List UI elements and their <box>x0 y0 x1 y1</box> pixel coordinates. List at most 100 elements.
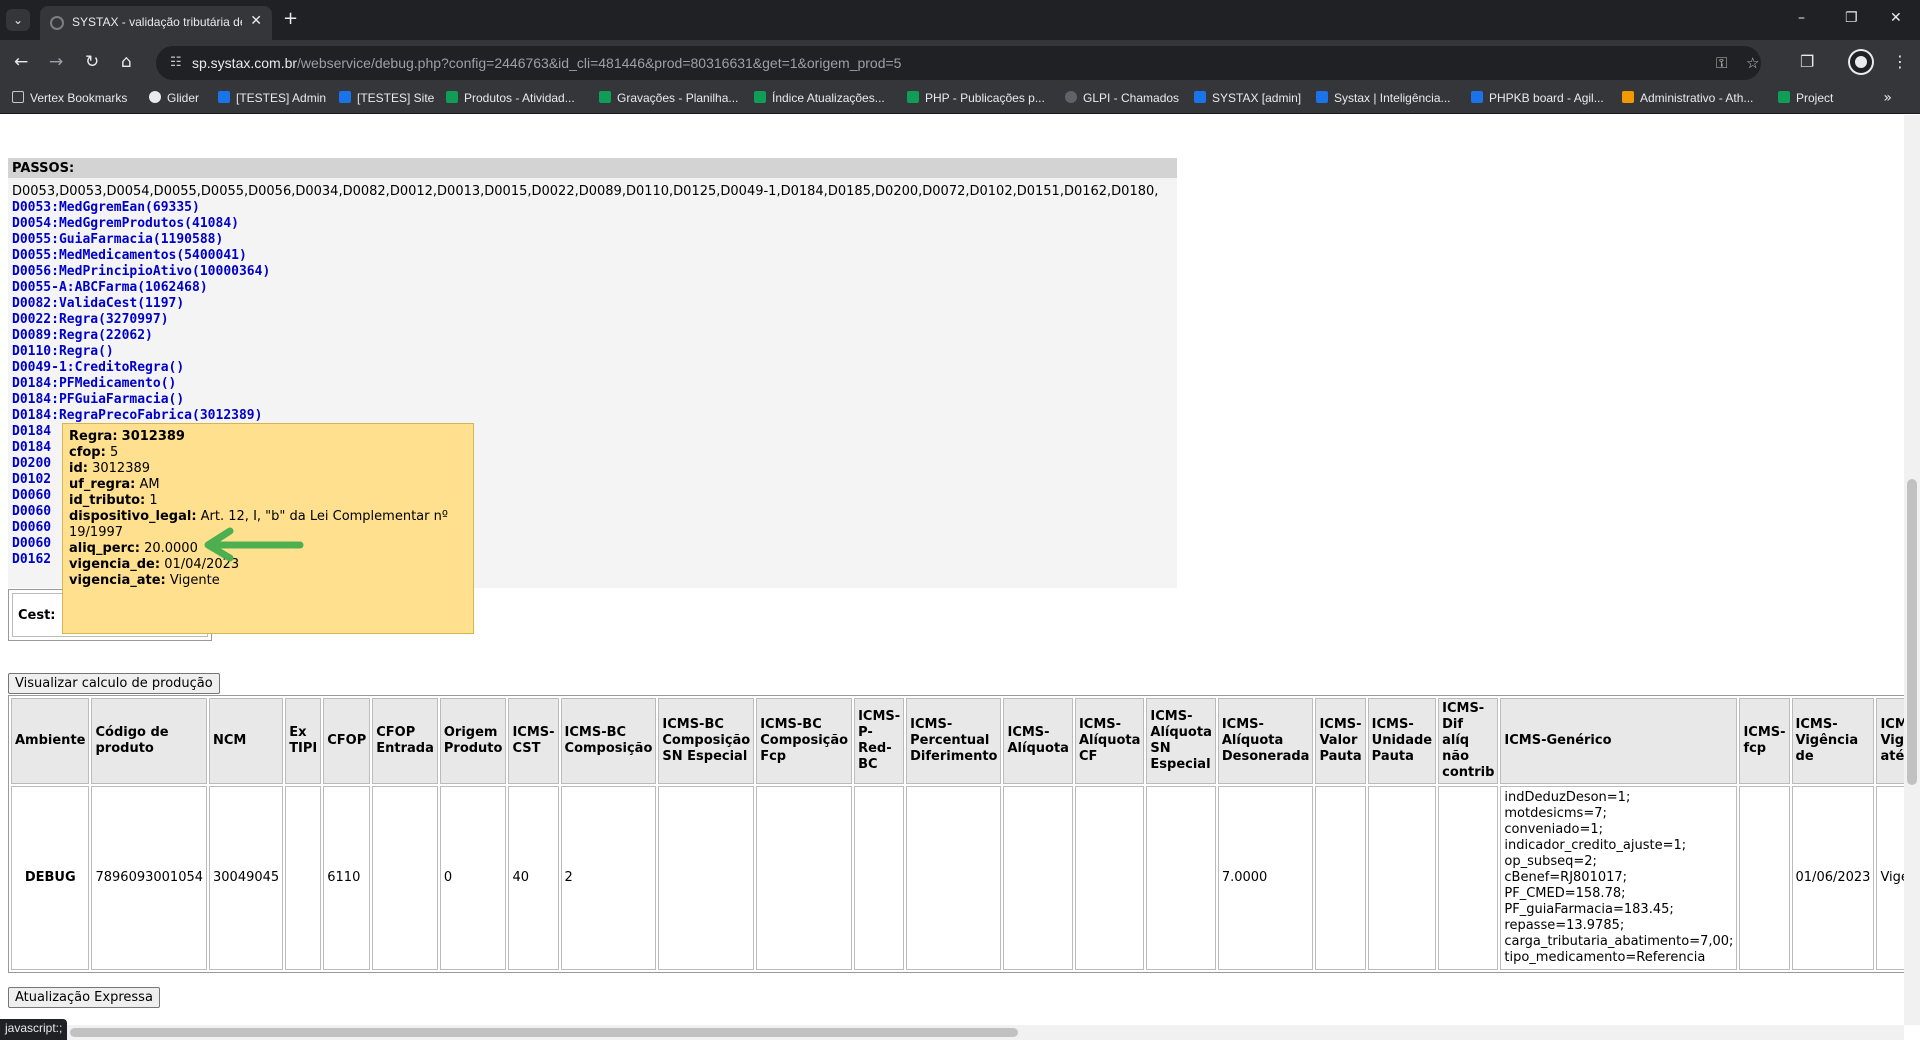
step-link[interactable]: D0053:MedGgremEan(69335) <box>12 200 270 216</box>
new-tab-icon[interactable]: + <box>283 9 298 29</box>
generico-line: conveniado=1; <box>1504 822 1603 837</box>
address-bar[interactable]: ☷ sp.systax.com.br/webservice/debug.php?… <box>156 46 1761 80</box>
horizontal-scroll-thumb[interactable] <box>70 1028 1018 1037</box>
bookmark-item[interactable]: Vertex Bookmarks <box>12 91 127 105</box>
forward-icon[interactable]: → <box>49 52 63 72</box>
horizontal-scrollbar[interactable] <box>0 1025 1904 1040</box>
step-link[interactable]: D0184:PFMedicamento() <box>12 376 270 392</box>
minimize-icon[interactable]: – <box>1798 10 1805 26</box>
restore-icon[interactable]: ❐ <box>1845 10 1858 26</box>
bookmark-item[interactable]: Administrativo - Ath... <box>1622 91 1753 105</box>
table-row: DEBUG 7896093001054 30049045 6110 0 40 2… <box>11 786 1904 970</box>
bookmark-item[interactable]: GLPI - Chamados <box>1065 91 1179 105</box>
phpkb-icon <box>1471 91 1483 103</box>
reload-icon[interactable]: ↻ <box>85 52 99 72</box>
step-link[interactable]: D0055:GuiaFarmacia(1190588) <box>12 232 270 248</box>
generico-line: motdesicms=7; <box>1504 806 1607 821</box>
table-header: ICMS-Percentual Diferimento <box>906 698 1002 784</box>
table-header: ICMS-Alíquota CF <box>1074 698 1145 784</box>
vertical-scrollbar[interactable] <box>1904 115 1920 1025</box>
table-header: Origem Produto <box>439 698 507 784</box>
active-tab[interactable]: SYSTAX - validação tributária de ✕ <box>40 6 272 40</box>
close-window-icon[interactable]: ✕ <box>1890 10 1902 26</box>
table-header: ICMS-CST <box>508 698 559 784</box>
generico-line: PF_guiaFarmacia=183.45; <box>1504 902 1674 917</box>
bookmark-star-icon[interactable]: ☆ <box>1746 54 1759 72</box>
site-info-icon[interactable]: ☷ <box>170 55 182 70</box>
table-header: ICMS-P-Red-BC <box>854 698 905 784</box>
vertical-scroll-thumb[interactable] <box>1907 479 1917 785</box>
tab-search-icon[interactable]: ⌄ <box>6 9 30 31</box>
step-link[interactable]: D0184:PFGuiaFarmacia() <box>12 392 270 408</box>
bookmark-item[interactable]: Project <box>1778 91 1833 105</box>
bookmark-item[interactable]: Glider <box>149 91 199 105</box>
table-cell: 7.0000 <box>1217 786 1314 970</box>
generico-line: tipo_medicamento=Referencia <box>1504 950 1706 965</box>
cest-label: Cest: <box>18 608 56 623</box>
table-cell: 0 <box>439 786 507 970</box>
step-link[interactable]: D0082:ValidaCest(1197) <box>12 296 270 312</box>
bookmark-item[interactable]: [TESTES] Site <box>339 91 434 105</box>
table-cell <box>854 786 905 970</box>
step-link[interactable]: D0054:MedGgremProdutos(41084) <box>12 216 270 232</box>
table-cell <box>1438 786 1499 970</box>
systax-icon <box>1194 91 1206 103</box>
table-cell: 40 <box>508 786 559 970</box>
step-link[interactable]: D0049-1:CreditoRegra() <box>12 360 270 376</box>
more-bookmarks-icon[interactable]: » <box>1883 90 1892 106</box>
step-link[interactable]: D0056:MedPrincipioAtivo(10000364) <box>12 264 270 280</box>
glpi-icon <box>1065 91 1077 103</box>
tooltip-row: cfop: 5 <box>69 445 119 460</box>
step-link[interactable]: D0089:Regra(22062) <box>12 328 270 344</box>
atualizacao-expressa-button[interactable]: Atualização Expressa <box>8 987 160 1008</box>
table-header: ICMS-BC Composição Fcp <box>756 698 853 784</box>
systax-icon <box>339 91 351 103</box>
bookmark-item[interactable]: Systax | Inteligência... <box>1316 91 1451 105</box>
bookmark-item[interactable]: SYSTAX [admin] <box>1194 91 1301 105</box>
table-header-row: Ambiente Código de produto NCM Ex TIPI C… <box>11 698 1904 784</box>
password-key-icon[interactable]: ⚿ <box>1716 54 1727 72</box>
table-cell <box>1003 786 1073 970</box>
table-cell: Vigente <box>1876 786 1904 970</box>
bookmark-item[interactable]: Índice Atualizações... <box>754 91 885 105</box>
visualizar-calculo-button[interactable]: Visualizar calculo de produção <box>8 673 220 694</box>
menu-kebab-icon[interactable]: ⋮ <box>1892 52 1908 71</box>
table-header: ICMS-Valor Pauta <box>1315 698 1366 784</box>
close-tab-icon[interactable]: ✕ <box>250 13 262 29</box>
tooltip-row: id_tributo: 1 <box>69 493 158 508</box>
tooltip-row: uf_regra: AM <box>69 477 160 492</box>
browser-toolbar: ← → ↻ ⌂ ☷ sp.systax.com.br/webservice/de… <box>0 40 1920 86</box>
table-cell <box>1739 786 1790 970</box>
home-icon[interactable]: ⌂ <box>121 52 132 72</box>
bookmark-item[interactable]: [TESTES] Admin <box>218 91 326 105</box>
project-icon <box>1778 91 1790 103</box>
bookmark-item[interactable]: PHP - Publicações p... <box>907 91 1045 105</box>
table-header: ICMS-Vigência até <box>1876 698 1904 784</box>
table-header: ICMS-Alíquota SN Especial <box>1146 698 1216 784</box>
step-link[interactable]: D0055-A:ABCFarma(1062468) <box>12 280 270 296</box>
bookmark-item[interactable]: Gravações - Planilha... <box>599 91 738 105</box>
table-header: ICMS-fcp <box>1739 698 1790 784</box>
back-icon[interactable]: ← <box>14 52 28 72</box>
systax-icon <box>218 91 230 103</box>
resultado-table: Ambiente Código de produto NCM Ex TIPI C… <box>8 695 1904 973</box>
bookmark-item[interactable]: PHPKB board - Agil... <box>1471 91 1604 105</box>
table-cell <box>1367 786 1437 970</box>
generico-line: cBenef=RJ801017; <box>1504 870 1628 885</box>
table-cell <box>285 786 322 970</box>
table-cell: 2 <box>560 786 657 970</box>
generico-line: indDeduzDeson=1; <box>1504 790 1631 805</box>
step-link[interactable]: D0022:Regra(3270997) <box>12 312 270 328</box>
table-header: ICMS-Dif alíq não contrib <box>1438 698 1499 784</box>
step-link[interactable]: D0184:RegraPrecoFabrica(3012389) <box>12 408 270 424</box>
extensions-icon[interactable]: ❐ <box>1800 52 1814 71</box>
step-link[interactable]: D0055:MedMedicamentos(5400041) <box>12 248 270 264</box>
step-link[interactable]: D0110:Regra() <box>12 344 270 360</box>
bookmark-item[interactable]: Produtos - Atividad... <box>446 91 575 105</box>
url-text[interactable]: sp.systax.com.br/webservice/debug.php?co… <box>192 55 901 71</box>
table-header: ICMS-BC Composição <box>560 698 657 784</box>
generico-line: PF_CMED=158.78; <box>1504 886 1626 901</box>
profile-avatar[interactable] <box>1850 51 1872 73</box>
globe-icon <box>149 91 161 103</box>
annotation-arrow-icon <box>204 527 304 562</box>
